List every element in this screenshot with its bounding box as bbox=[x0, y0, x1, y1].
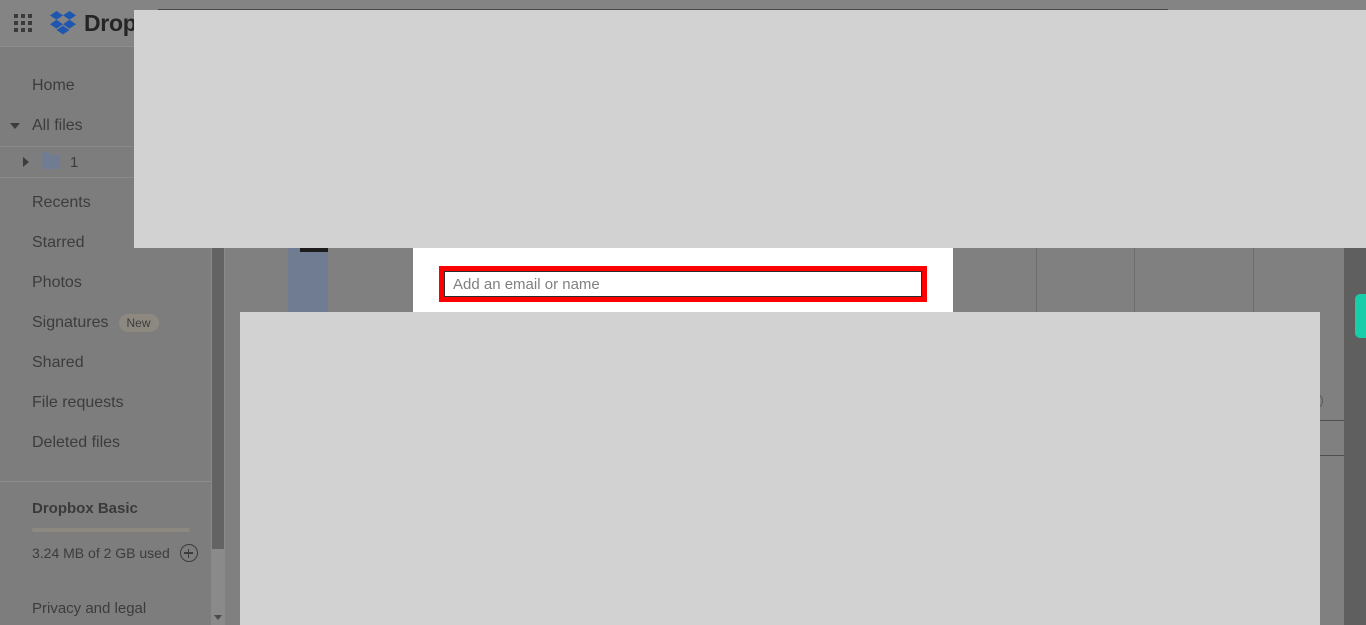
screen-root: Dropbox Home All files 1 Recents Starred bbox=[0, 0, 1366, 625]
chevron-right-icon[interactable] bbox=[23, 157, 29, 167]
sidebar-item-label: Deleted files bbox=[32, 434, 121, 451]
sidebar-item-signatures[interactable]: Signatures New bbox=[0, 303, 225, 343]
sidebar-item-label: Photos bbox=[32, 274, 82, 291]
grid-apps-icon[interactable] bbox=[14, 14, 32, 32]
sidebar-item-file-requests[interactable]: File requests bbox=[0, 383, 225, 423]
sidebar-item-shared[interactable]: Shared bbox=[0, 343, 225, 383]
privacy-and-legal-link[interactable]: Privacy and legal bbox=[0, 600, 225, 617]
folder-icon bbox=[42, 152, 60, 169]
sidebar-item-label: All files bbox=[32, 117, 83, 134]
chevron-down-icon[interactable] bbox=[10, 123, 20, 129]
sidebar-item-label: Recents bbox=[32, 194, 91, 211]
sidebar-item-label: Shared bbox=[32, 354, 84, 371]
chevron-down-icon[interactable] bbox=[214, 615, 222, 620]
sidebar-item-deleted-files[interactable]: Deleted files bbox=[0, 423, 225, 463]
status-badge: New bbox=[118, 314, 159, 332]
plan-title: Dropbox Basic bbox=[32, 500, 138, 517]
share-modal-bottom-panel bbox=[240, 312, 1320, 625]
plus-circle-icon[interactable] bbox=[179, 544, 198, 562]
dropbox-logo-icon bbox=[50, 11, 76, 35]
storage-progress-bar bbox=[32, 528, 190, 532]
sidebar-item-photos[interactable]: Photos bbox=[0, 263, 225, 303]
email-or-name-input[interactable] bbox=[444, 271, 922, 297]
sidebar-item-label: Home bbox=[32, 77, 75, 94]
storage-usage-label: 3.24 MB of 2 GB used bbox=[32, 545, 170, 561]
share-modal-top-panel bbox=[134, 10, 1366, 248]
sidebar-item-label: File requests bbox=[32, 394, 124, 411]
plan-block: Dropbox Basic 3.24 MB of 2 GB used bbox=[0, 482, 225, 562]
storage-usage: 3.24 MB of 2 GB used bbox=[32, 544, 198, 562]
sidebar-item-label: Starred bbox=[32, 234, 85, 251]
privacy-and-legal-label: Privacy and legal bbox=[32, 600, 147, 617]
sidebar-item-label: Signatures bbox=[32, 314, 109, 331]
email-input-highlight bbox=[439, 266, 927, 302]
feedback-tab-icon[interactable] bbox=[1355, 294, 1366, 338]
sidebar-folder-label: 1 bbox=[70, 153, 79, 171]
